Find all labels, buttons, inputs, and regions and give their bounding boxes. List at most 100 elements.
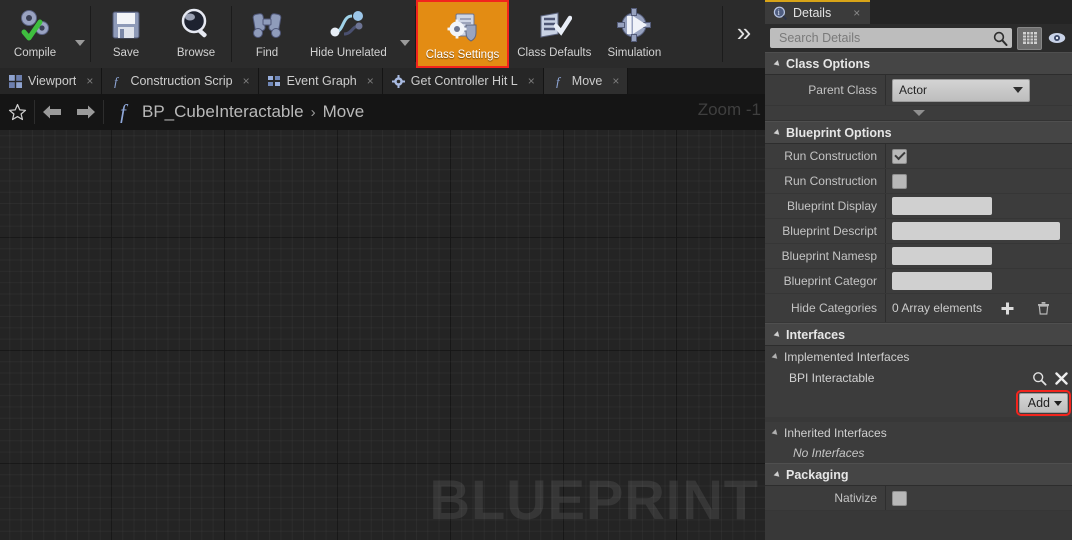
tab-label: Construction Scrip: [130, 74, 233, 88]
remove-interface-button[interactable]: [1050, 368, 1072, 388]
search-input[interactable]: [777, 30, 993, 46]
add-interface-row: Add: [765, 389, 1072, 417]
section-header-packaging[interactable]: Packaging: [765, 463, 1072, 486]
row-value: [885, 244, 1072, 268]
list-check-icon: [536, 4, 573, 46]
blueprint-description-input[interactable]: [892, 222, 1060, 240]
run-construction-checkbox-checked[interactable]: [892, 148, 907, 164]
breadcrumb-separator: ›: [310, 103, 316, 121]
tab-close-icon[interactable]: ×: [243, 74, 250, 88]
blueprint-display-input[interactable]: [892, 197, 992, 215]
row-label: Run Construction: [784, 174, 877, 188]
chevron-down-icon: [773, 59, 782, 68]
list-item[interactable]: BPI Interactable: [765, 367, 1072, 389]
breadcrumb-bar: f BP_CubeInteractable › Move: [0, 94, 765, 131]
chevron-down-icon: [773, 330, 782, 339]
gear-play-icon: [616, 4, 652, 46]
blueprint-graph-canvas[interactable]: BLUEPRINT: [0, 130, 765, 540]
chevron-down-icon: [773, 470, 782, 479]
compile-label: Compile: [13, 47, 57, 59]
editor-region: Compile Save Browse Find Hide Unrelated …: [0, 0, 765, 540]
class-defaults-button[interactable]: Class Defaults: [509, 0, 599, 68]
breadcrumb-root[interactable]: BP_CubeInteractable: [142, 102, 304, 122]
asset-group: Save Browse: [91, 0, 231, 68]
blueprint-category-input[interactable]: [892, 272, 992, 290]
row-run-construction-2: Run Construction: [765, 169, 1072, 194]
tab-close-icon[interactable]: ×: [367, 74, 374, 88]
tab-label: Move: [571, 74, 603, 88]
details-tab-close-icon[interactable]: ×: [853, 6, 860, 20]
browse-interface-button[interactable]: [1028, 368, 1050, 388]
navigate-back-button[interactable]: [35, 94, 69, 130]
parent-class-dropdown[interactable]: Actor: [892, 78, 1030, 102]
hide-unrelated-button[interactable]: Hide Unrelated: [302, 0, 395, 68]
floppy-disk-icon: [109, 4, 143, 46]
tab-viewport[interactable]: Viewport ×: [0, 68, 103, 94]
tab-construction-script[interactable]: f Construction Scrip ×: [102, 68, 259, 94]
hide-unrelated-dropdown-arrow[interactable]: [395, 0, 415, 68]
star-outline-icon: [8, 103, 26, 120]
simulation-button[interactable]: Simulation: [599, 0, 669, 68]
graph-tools-group: Find Hide Unrelated: [232, 0, 415, 68]
row-blueprint-namespace: Blueprint Namesp: [765, 244, 1072, 269]
tab-get-controller-hit-l[interactable]: Get Controller Hit L ×: [382, 68, 544, 94]
visibility-toggle-button[interactable]: [1047, 28, 1067, 48]
blueprint-editor-window: Compile Save Browse Find Hide Unrelated …: [0, 0, 1072, 540]
search-details-field[interactable]: [770, 28, 1012, 48]
row-value: Actor: [885, 75, 1072, 105]
browse-label: Browse: [176, 47, 216, 59]
add-interface-button[interactable]: Add: [1015, 390, 1072, 416]
chevron-down-icon: [771, 428, 780, 437]
row-value: [885, 144, 1072, 168]
section-title: Interfaces: [786, 327, 846, 342]
interface-name: BPI Interactable: [789, 371, 875, 385]
tab-move[interactable]: f Move ×: [543, 68, 629, 94]
row-run-construction-1: Run Construction: [765, 144, 1072, 169]
row-label: Nativize: [834, 491, 877, 505]
row-blueprint-display: Blueprint Display: [765, 194, 1072, 219]
row-label: Hide Categories: [790, 301, 877, 315]
class-options-expander[interactable]: [765, 106, 1072, 121]
chevron-down-icon: [1054, 400, 1062, 406]
chevron-down-icon: [912, 110, 925, 116]
run-construction-checkbox-unchecked[interactable]: [892, 173, 907, 189]
section-title: Blueprint Options: [786, 125, 892, 140]
compile-button[interactable]: Compile: [0, 0, 70, 68]
add-button-label: Add: [1027, 396, 1050, 410]
browse-button[interactable]: Browse: [161, 0, 231, 68]
class-settings-button[interactable]: Class Settings: [415, 0, 510, 68]
section-header-blueprint-options[interactable]: Blueprint Options: [765, 121, 1072, 144]
row-value: [885, 194, 1072, 218]
implemented-interfaces-label: Implemented Interfaces: [784, 349, 910, 364]
grid-view-button[interactable]: [1017, 26, 1042, 50]
row-label: Parent Class: [808, 83, 877, 97]
info-magnifier-icon: i: [773, 6, 787, 20]
toolbar-overflow-chevron-icon[interactable]: »: [723, 0, 765, 68]
navigate-forward-button[interactable]: [69, 94, 103, 130]
tab-details[interactable]: i Details ×: [765, 0, 871, 24]
magnifier-icon: [1032, 371, 1046, 385]
compile-dropdown-arrow[interactable]: [70, 0, 90, 68]
binoculars-icon: [249, 4, 285, 46]
inherited-interfaces-header[interactable]: Inherited Interfaces: [765, 422, 1072, 443]
class-group: Class Settings Class Defaults Simulation: [415, 0, 670, 68]
clear-array-button[interactable]: [1032, 298, 1054, 318]
section-header-class-options[interactable]: Class Options: [765, 52, 1072, 75]
breadcrumb-current[interactable]: Move: [323, 102, 365, 122]
section-header-interfaces[interactable]: Interfaces: [765, 323, 1072, 346]
save-button[interactable]: Save: [91, 0, 161, 68]
tab-close-icon[interactable]: ×: [86, 74, 93, 88]
document-tab-strip: Viewport × f Construction Scrip × Event …: [0, 68, 765, 95]
implemented-interfaces-header[interactable]: Implemented Interfaces: [765, 346, 1072, 367]
tab-close-icon[interactable]: ×: [528, 74, 535, 88]
find-button[interactable]: Find: [232, 0, 302, 68]
blueprint-namespace-input[interactable]: [892, 247, 992, 265]
nativize-checkbox[interactable]: [892, 490, 907, 506]
plus-icon: [1001, 302, 1014, 314]
chevron-down-icon: [773, 128, 782, 137]
tab-close-icon[interactable]: ×: [612, 74, 619, 88]
add-array-element-button[interactable]: [996, 298, 1018, 318]
tab-event-graph[interactable]: Event Graph ×: [258, 68, 383, 94]
favorite-star-button[interactable]: [0, 94, 34, 130]
